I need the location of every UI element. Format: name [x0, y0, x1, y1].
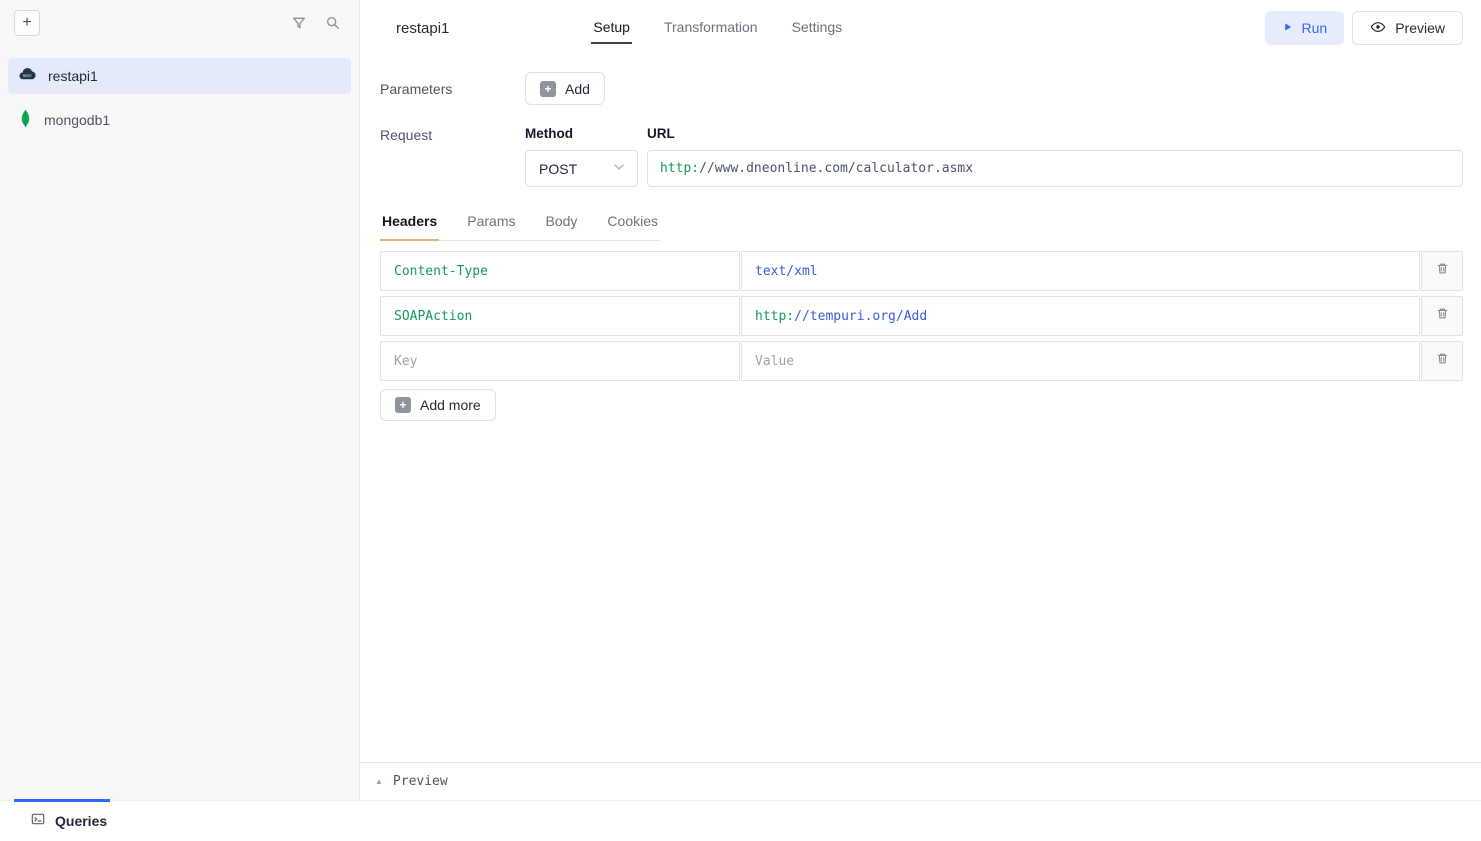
response-preview-toggle[interactable]: ▲ Preview [360, 762, 1481, 800]
url-rest: //www.dneonline.com/calculator.asmx [699, 161, 973, 176]
add-more-label: Add more [420, 397, 481, 413]
value-rest: //tempuri.org/Add [794, 309, 927, 324]
delete-row-button-2[interactable] [1421, 296, 1463, 336]
app-root: + REST restapi1 [0, 0, 1481, 841]
header-value-cell-3 [741, 341, 1420, 381]
url-scheme: http: [660, 161, 699, 176]
query-editor: restapi1 Setup Transformation Settings R… [360, 0, 1481, 800]
headers-table: Content-Type text/xml SOAPAction http://… [380, 251, 1463, 421]
filter-icon[interactable] [289, 13, 309, 33]
method-select-value: POST [539, 161, 577, 177]
subtab-params[interactable]: Params [465, 213, 517, 241]
run-button[interactable]: Run [1265, 11, 1345, 45]
parameters-row: Parameters + Add [380, 72, 1463, 105]
plus-square-icon: + [540, 81, 556, 97]
preview-button-label: Preview [1395, 20, 1445, 36]
request-row: Request Method POST URL http://www.dneon… [380, 126, 1463, 187]
sidebar-toolbar: + [0, 0, 359, 46]
sidebar: + REST restapi1 [0, 0, 360, 800]
trash-icon [1435, 261, 1450, 281]
tab-queries[interactable]: Queries [30, 811, 107, 832]
page-title: restapi1 [396, 20, 449, 37]
preview-button[interactable]: Preview [1352, 11, 1463, 45]
trash-icon [1435, 351, 1450, 371]
run-button-label: Run [1302, 20, 1328, 36]
new-query-button[interactable]: + [14, 10, 40, 36]
method-label: Method [525, 126, 638, 141]
url-field: URL http://www.dneonline.com/calculator.… [647, 126, 1463, 187]
header-value-input-1[interactable]: text/xml [741, 251, 1420, 291]
url-label: URL [647, 126, 1463, 141]
method-select[interactable]: POST [525, 150, 638, 187]
request-subtabs-wrap: Headers Params Body Cookies [380, 187, 1463, 241]
list-item-label: mongodb1 [44, 112, 110, 128]
chevron-down-icon [611, 159, 627, 178]
tab-settings[interactable]: Settings [790, 13, 845, 44]
request-label: Request [380, 126, 525, 143]
header-value-input-2[interactable]: http://tempuri.org/Add [741, 296, 1420, 336]
subtab-headers[interactable]: Headers [380, 213, 439, 241]
plus-square-icon: + [395, 397, 411, 413]
code-window-icon [30, 811, 46, 832]
header-key-cell-3 [380, 341, 740, 381]
value-scheme: http: [755, 309, 794, 324]
method-field: Method POST [525, 126, 638, 187]
subtab-body[interactable]: Body [544, 213, 580, 241]
setup-panel: Parameters + Add Request Method POST [360, 56, 1481, 762]
active-tab-indicator [14, 799, 110, 802]
url-input[interactable]: http://www.dneonline.com/calculator.asmx [647, 150, 1463, 187]
svg-text:REST: REST [23, 74, 32, 78]
header-key-input-1[interactable]: Content-Type [380, 251, 740, 291]
table-row: SOAPAction http://tempuri.org/Add [380, 296, 1463, 336]
list-item-restapi1[interactable]: REST restapi1 [8, 58, 351, 94]
eye-icon [1370, 19, 1386, 38]
main-row: + REST restapi1 [0, 0, 1481, 800]
triangle-up-icon: ▲ [375, 777, 383, 786]
delete-row-button-3[interactable] [1421, 341, 1463, 381]
list-item-label: restapi1 [48, 68, 98, 84]
query-list: REST restapi1 mongodb1 [0, 58, 359, 138]
search-icon[interactable] [323, 13, 343, 33]
header-actions: Run Preview [1265, 11, 1463, 45]
trash-icon [1435, 306, 1450, 326]
header-key-input-3[interactable] [394, 354, 726, 369]
list-item-mongodb1[interactable]: mongodb1 [8, 102, 351, 138]
addmore-row: + Add more [380, 389, 1463, 421]
tab-transformation[interactable]: Transformation [662, 13, 760, 44]
header-value-input-3[interactable] [755, 354, 1406, 369]
subtab-cookies[interactable]: Cookies [605, 213, 660, 241]
table-row: Content-Type text/xml [380, 251, 1463, 291]
request-subtabs: Headers Params Body Cookies [380, 213, 660, 241]
response-preview-label: Preview [393, 774, 448, 789]
add-parameter-label: Add [565, 81, 590, 97]
add-parameter-button[interactable]: + Add [525, 72, 605, 105]
tab-setup[interactable]: Setup [591, 13, 632, 44]
queries-tab-label: Queries [55, 813, 107, 829]
bottom-bar: Queries [0, 800, 1481, 841]
delete-row-button-1[interactable] [1421, 251, 1463, 291]
mongodb-leaf-icon [18, 109, 33, 131]
editor-header: restapi1 Setup Transformation Settings R… [360, 0, 1481, 56]
editor-tabs: Setup Transformation Settings [591, 13, 844, 44]
header-key-input-2[interactable]: SOAPAction [380, 296, 740, 336]
add-more-button[interactable]: + Add more [380, 389, 496, 421]
parameters-label: Parameters [380, 81, 525, 97]
table-row [380, 341, 1463, 381]
play-icon [1282, 20, 1293, 36]
rest-cloud-icon: REST [18, 65, 37, 87]
